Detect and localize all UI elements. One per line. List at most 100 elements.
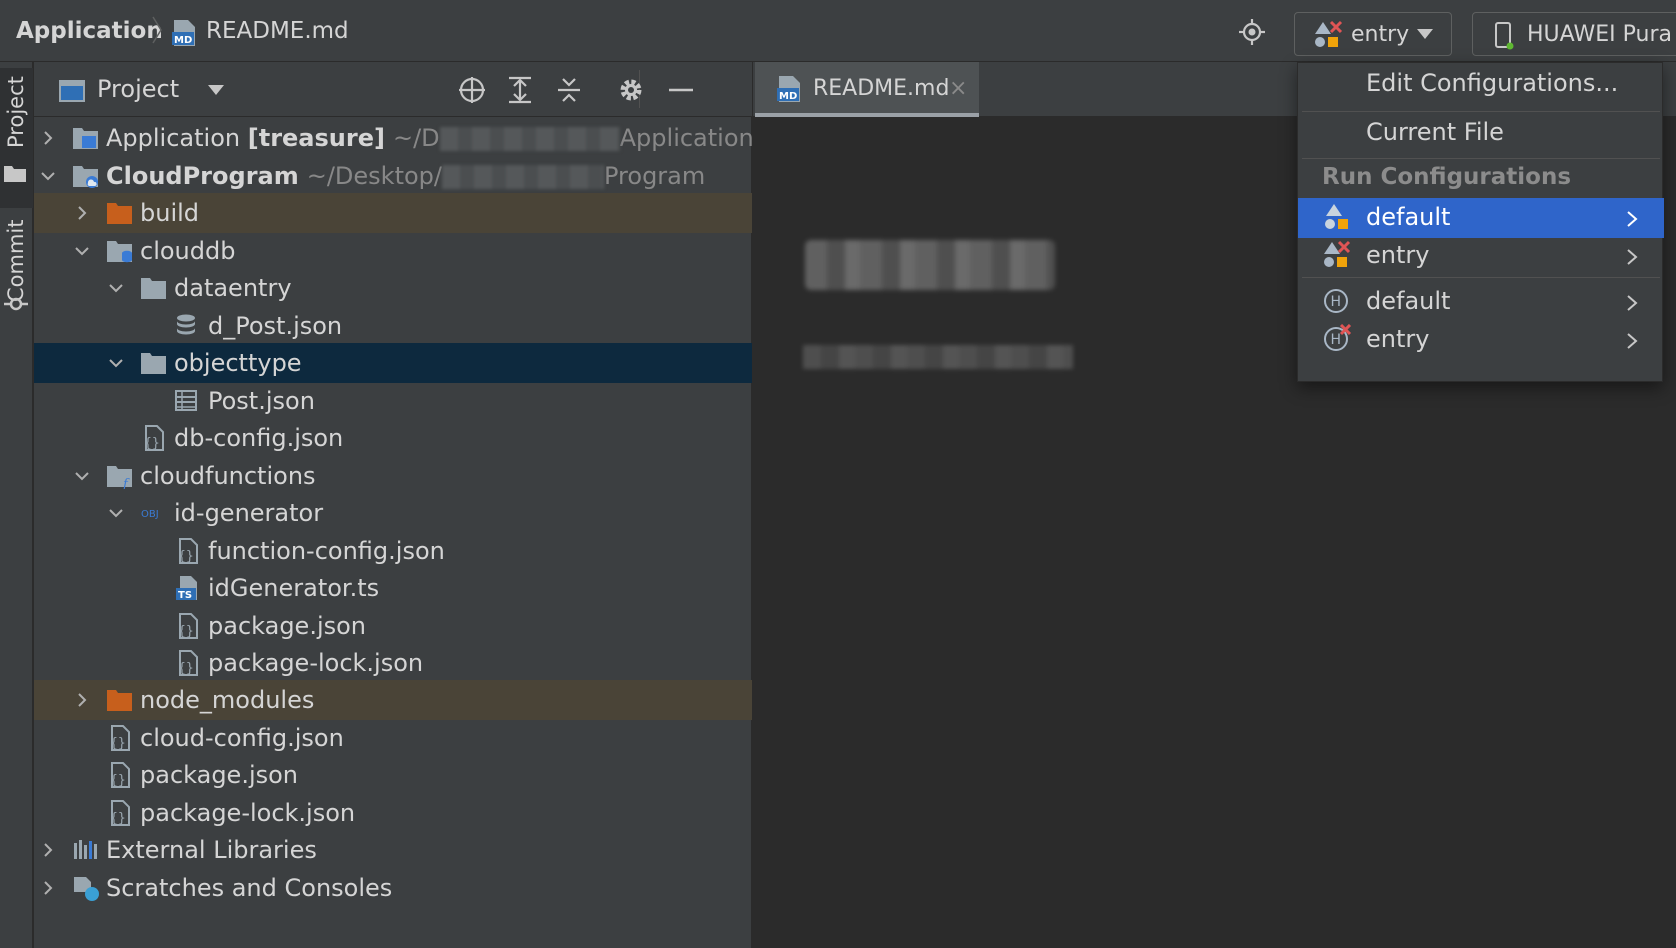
tree-row-cloudprogram[interactable]: CloudProgram ~/Desktop/Program — [34, 156, 752, 196]
run-configuration-selector[interactable]: entry — [1294, 12, 1452, 56]
breadcrumb-separator — [152, 16, 162, 44]
chevron-right-icon — [1627, 333, 1638, 349]
json-file-icon: {} — [110, 800, 130, 826]
chevron-down-icon[interactable] — [108, 505, 124, 521]
tree-item-label: objecttype — [174, 349, 302, 377]
chevron-right-icon[interactable] — [40, 842, 56, 858]
tree-row-idgenerator-ts[interactable]: TS idGenerator.ts — [34, 568, 752, 608]
edit-configurations-menu-item[interactable]: Edit Configurations... — [1298, 63, 1664, 111]
json-file-icon: {} — [178, 613, 198, 639]
tree-row-external-libraries[interactable]: External Libraries — [34, 830, 752, 870]
svg-text:{}: {} — [178, 549, 194, 564]
menu-divider — [1302, 158, 1660, 159]
collapse-all-icon[interactable] — [554, 75, 584, 105]
project-tool-tab[interactable]: Project — [0, 68, 33, 208]
json-file-icon: {} — [144, 425, 164, 451]
tree-row-package-lock-json[interactable]: {} package-lock.json — [34, 643, 752, 683]
navigation-bar: Application MD README.md entry HUAWEI Pu… — [0, 0, 1676, 62]
tree-row-objecttype[interactable]: objecttype — [34, 343, 752, 383]
folder-icon — [141, 353, 166, 374]
json-file-icon: {} — [110, 725, 130, 751]
tree-item-label: clouddb — [140, 237, 236, 265]
chevron-right-icon[interactable] — [74, 205, 90, 221]
chevron-down-icon[interactable] — [108, 280, 124, 296]
tree-item-label: db-config.json — [174, 424, 344, 452]
tree-item-label: idGenerator.ts — [208, 574, 380, 602]
tree-item-label: cloudfunctions — [140, 462, 316, 490]
tree-item-label: CloudProgram — [106, 162, 299, 190]
hvigor-config-entry[interactable]: H entry — [1298, 320, 1664, 360]
close-icon[interactable]: × — [949, 76, 967, 101]
json-file-icon: {} — [110, 762, 130, 788]
chevron-right-icon[interactable] — [74, 692, 90, 708]
app-config-error-icon — [1324, 240, 1351, 267]
chevron-right-icon — [1627, 211, 1638, 227]
gear-icon[interactable] — [616, 75, 646, 105]
chevron-down-icon[interactable] — [208, 85, 224, 95]
run-configurations-header: Run Configurations — [1322, 164, 1572, 190]
tab-readme[interactable]: MD README.md × — [755, 62, 979, 117]
tree-item-label: Application — [106, 124, 241, 152]
ide-window: Application MD README.md entry HUAWEI Pu… — [0, 0, 1676, 948]
module-folder-icon — [73, 128, 98, 149]
cloud-module-folder-icon — [73, 166, 98, 188]
chevron-down-icon[interactable] — [40, 168, 56, 184]
device-selector[interactable]: HUAWEI Pura 7 — [1472, 12, 1676, 56]
json-file-icon: {} — [178, 650, 198, 676]
svg-text:MD: MD — [174, 35, 192, 46]
svg-text:{}: {} — [110, 736, 126, 751]
tree-row-post-json[interactable]: Post.json — [34, 381, 752, 421]
commit-tool-tab-label: Commit — [4, 219, 28, 303]
expand-all-icon[interactable] — [505, 75, 535, 105]
svg-text:OBJ: OBJ — [141, 509, 159, 520]
tree-row-scratches-and-consoles[interactable]: Scratches and Consoles — [34, 868, 752, 908]
hvigor-config-default[interactable]: H default — [1298, 282, 1664, 322]
scratches-icon — [74, 877, 99, 901]
locate-target-icon[interactable] — [1238, 18, 1266, 46]
tree-item-path: ~/Desktop/Program — [306, 162, 706, 190]
menu-divider — [1302, 277, 1660, 278]
chevron-down-icon[interactable] — [108, 355, 124, 371]
tree-row-application[interactable]: Application [treasure] ~/D Application — [34, 118, 754, 158]
excluded-folder-icon — [107, 690, 132, 711]
tree-row-d-post-json[interactable]: d_Post.json — [34, 306, 752, 346]
project-view-title[interactable]: Project — [97, 75, 179, 103]
folder-icon — [141, 278, 166, 299]
markdown-file-icon: MD — [172, 20, 195, 46]
tree-row-cloudfunctions[interactable]: f cloudfunctions — [34, 456, 752, 496]
folder-icon — [4, 166, 26, 182]
tree-row-node-modules[interactable]: node_modules — [34, 680, 752, 720]
tree-item-label: cloud-config.json — [140, 724, 344, 752]
tree-row-cloud-config-json[interactable]: {} cloud-config.json — [34, 718, 752, 758]
chevron-down-icon[interactable] — [74, 243, 90, 259]
run-config-default[interactable]: default — [1298, 198, 1664, 238]
breadcrumb-project[interactable]: Application — [16, 18, 163, 44]
tree-row-function-config-json[interactable]: {} function-config.json — [34, 531, 752, 571]
tree-row-package-lock-json[interactable]: {} package-lock.json — [34, 793, 752, 833]
chevron-right-icon — [1627, 249, 1638, 265]
tree-item-label: build — [140, 199, 200, 227]
chevron-right-icon — [1627, 295, 1638, 311]
tree-row-dataentry[interactable]: dataentry — [34, 268, 752, 308]
project-view-icon — [59, 80, 85, 102]
hide-panel-icon[interactable] — [666, 75, 696, 105]
chevron-right-icon[interactable] — [40, 880, 56, 896]
tree-item-label: Post.json — [208, 387, 315, 415]
tree-row-build[interactable]: build — [34, 193, 752, 233]
database-file-icon — [177, 314, 195, 335]
tree-row-package-json[interactable]: {} package.json — [34, 755, 752, 795]
database-folder-icon — [107, 241, 132, 263]
breadcrumb-file[interactable]: README.md — [206, 18, 349, 44]
commit-tool-tab[interactable]: Commit — [0, 212, 33, 372]
current-file-menu-item[interactable]: Current File — [1298, 113, 1664, 157]
tree-item-label: package-lock.json — [140, 799, 356, 827]
select-opened-file-icon[interactable] — [457, 75, 487, 105]
tree-row-db-config-json[interactable]: {} db-config.json — [34, 418, 752, 458]
chevron-down-icon[interactable] — [74, 468, 90, 484]
tree-row-id-generator[interactable]: OBJ id-generator — [34, 493, 752, 533]
run-config-entry[interactable]: entry — [1298, 236, 1664, 276]
chevron-right-icon[interactable] — [40, 130, 56, 146]
svg-text:{}: {} — [178, 624, 194, 639]
tree-row-package-json[interactable]: {} package.json — [34, 606, 752, 646]
tree-row-clouddb[interactable]: clouddb — [34, 231, 752, 271]
